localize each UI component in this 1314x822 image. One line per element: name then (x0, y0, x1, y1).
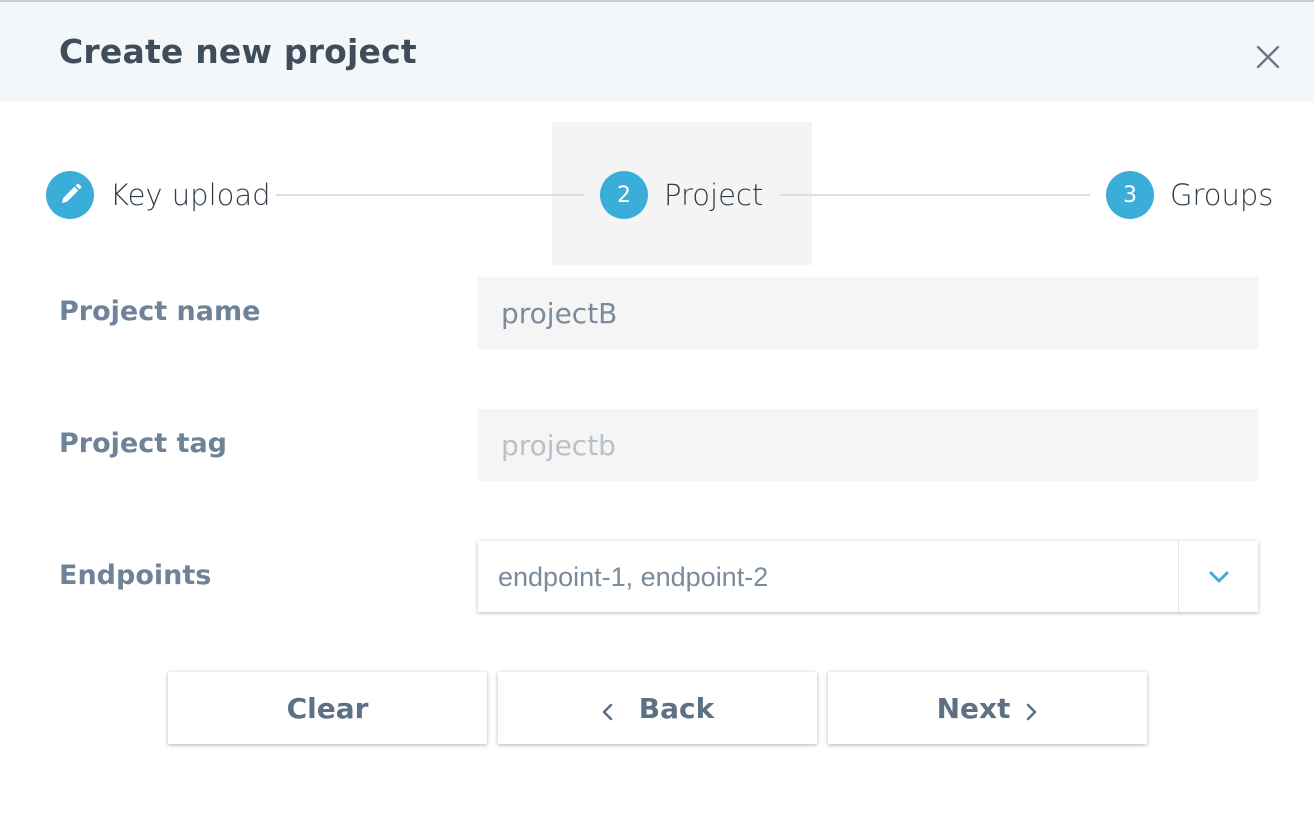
step-label: Project (664, 178, 764, 212)
next-button-label: Next (936, 691, 1011, 725)
project-tag-input (478, 409, 1258, 481)
back-button-label: Back (638, 691, 715, 725)
project-name-input[interactable] (478, 277, 1258, 349)
endpoints-select[interactable]: endpoint-1, endpoint-2 (478, 541, 1258, 612)
step-groups[interactable]: 3 Groups (1106, 171, 1273, 219)
step-label: Groups (1170, 178, 1274, 212)
dialog-title: Create new project (59, 32, 417, 71)
back-button[interactable]: Back (498, 672, 817, 744)
create-project-dialog: Create new project Key upload 2 Project … (0, 0, 1314, 822)
chevron-left-icon (601, 697, 615, 721)
step-label: Key upload (110, 178, 271, 212)
clear-button-label: Clear (286, 691, 369, 725)
chevron-right-icon (1024, 697, 1038, 721)
close-icon[interactable] (1250, 39, 1286, 75)
step-number: 2 (600, 171, 648, 219)
step-key-upload[interactable]: Key upload (46, 171, 271, 219)
chevron-down-icon[interactable] (1208, 563, 1230, 591)
clear-button[interactable]: Clear (168, 672, 487, 744)
step-project[interactable]: 2 Project (600, 171, 763, 219)
project-name-label: Project name (59, 296, 261, 327)
endpoints-label: Endpoints (59, 560, 212, 591)
step-number: 3 (1106, 171, 1154, 219)
select-divider (1178, 541, 1179, 612)
pencil-icon (46, 171, 94, 219)
next-button[interactable]: Next (828, 672, 1147, 744)
dialog-header: Create new project (0, 0, 1314, 102)
step-connector (276, 194, 584, 196)
endpoints-selected-value: endpoint-1, endpoint-2 (498, 562, 769, 592)
step-connector (780, 194, 1090, 196)
project-tag-label: Project tag (59, 428, 227, 459)
